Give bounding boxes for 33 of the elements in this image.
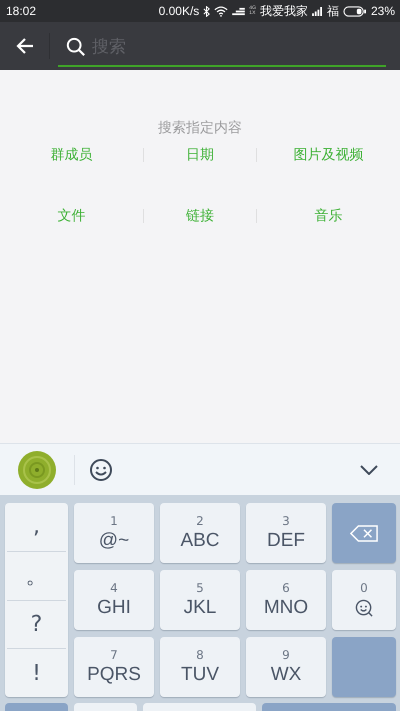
- key[interactable]: 3 DEF: [246, 503, 326, 563]
- carrier-name: 我爱我家: [260, 2, 308, 20]
- symbol-key[interactable]: !: [7, 649, 66, 697]
- wifi-icon: [214, 6, 228, 16]
- key[interactable]: 0: [332, 570, 396, 630]
- network-speed: 0.00K/s: [158, 4, 200, 18]
- key[interactable]: 9 WX: [246, 637, 326, 697]
- symbol-key[interactable]: ?: [7, 600, 66, 650]
- delete-key[interactable]: [332, 503, 396, 563]
- key[interactable]: 7 PQRS: [74, 637, 154, 697]
- hint-text: 搜索指定内容: [157, 119, 243, 138]
- key[interactable]: 2 ABC: [160, 503, 240, 563]
- key[interactable]: 8 TUV: [160, 637, 240, 697]
- key[interactable]: 5 JKL: [160, 570, 240, 630]
- chevron-down-icon[interactable]: [360, 464, 378, 474]
- search-icon: [66, 37, 86, 57]
- symbol-key[interactable]: ,: [7, 503, 66, 552]
- key[interactable]: 6 MNO: [246, 570, 326, 630]
- battery-percent: 23%: [370, 4, 395, 18]
- symbol-key[interactable]: 。: [7, 552, 66, 600]
- smiley-icon[interactable]: [89, 458, 113, 482]
- back-arrow-icon[interactable]: [15, 37, 35, 55]
- face-search-icon: [354, 598, 374, 618]
- carrier-name: 福: [326, 2, 339, 20]
- avatar-icon[interactable]: [18, 450, 56, 488]
- key[interactable]: 1 @~: [74, 503, 154, 563]
- signal-icon: [312, 6, 323, 16]
- key[interactable]: 4 GHI: [74, 570, 154, 630]
- backspace-icon: [350, 524, 378, 542]
- battery-icon: [342, 6, 367, 16]
- signal-icon: [232, 6, 246, 16]
- bluetooth-icon: [203, 6, 210, 16]
- status-time: 18:02: [6, 4, 36, 18]
